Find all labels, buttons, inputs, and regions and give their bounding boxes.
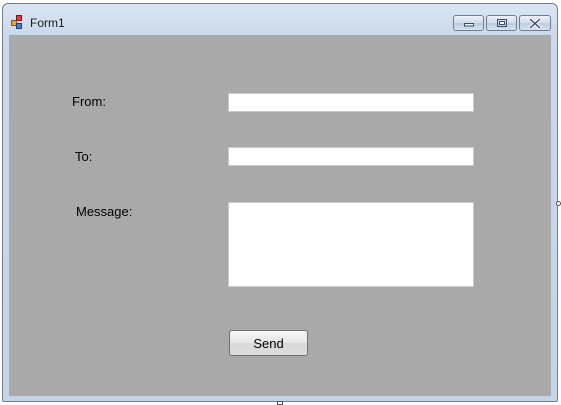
form-client-area: From: To: Message: Send — [9, 35, 551, 396]
close-icon — [529, 18, 541, 28]
resize-handle-right[interactable] — [556, 201, 561, 206]
message-label: Message: — [76, 204, 133, 219]
form1-window: Form1 From: To: Message: Send — [2, 3, 558, 402]
to-input[interactable] — [228, 147, 474, 166]
title-bar[interactable]: Form1 — [3, 4, 557, 34]
from-label: From: — [72, 94, 106, 109]
to-label: To: — [75, 149, 93, 164]
minimize-button[interactable] — [453, 15, 484, 31]
close-button[interactable] — [519, 15, 551, 31]
send-button[interactable]: Send — [229, 330, 308, 356]
message-textarea[interactable] — [228, 202, 474, 287]
from-input[interactable] — [228, 93, 474, 112]
minimize-icon — [463, 23, 474, 27]
maximize-icon — [496, 19, 507, 27]
window-title: Form1 — [30, 16, 65, 30]
maximize-button[interactable] — [486, 15, 517, 31]
app-icon — [11, 15, 22, 29]
resize-handle-bottom[interactable] — [277, 401, 283, 405]
